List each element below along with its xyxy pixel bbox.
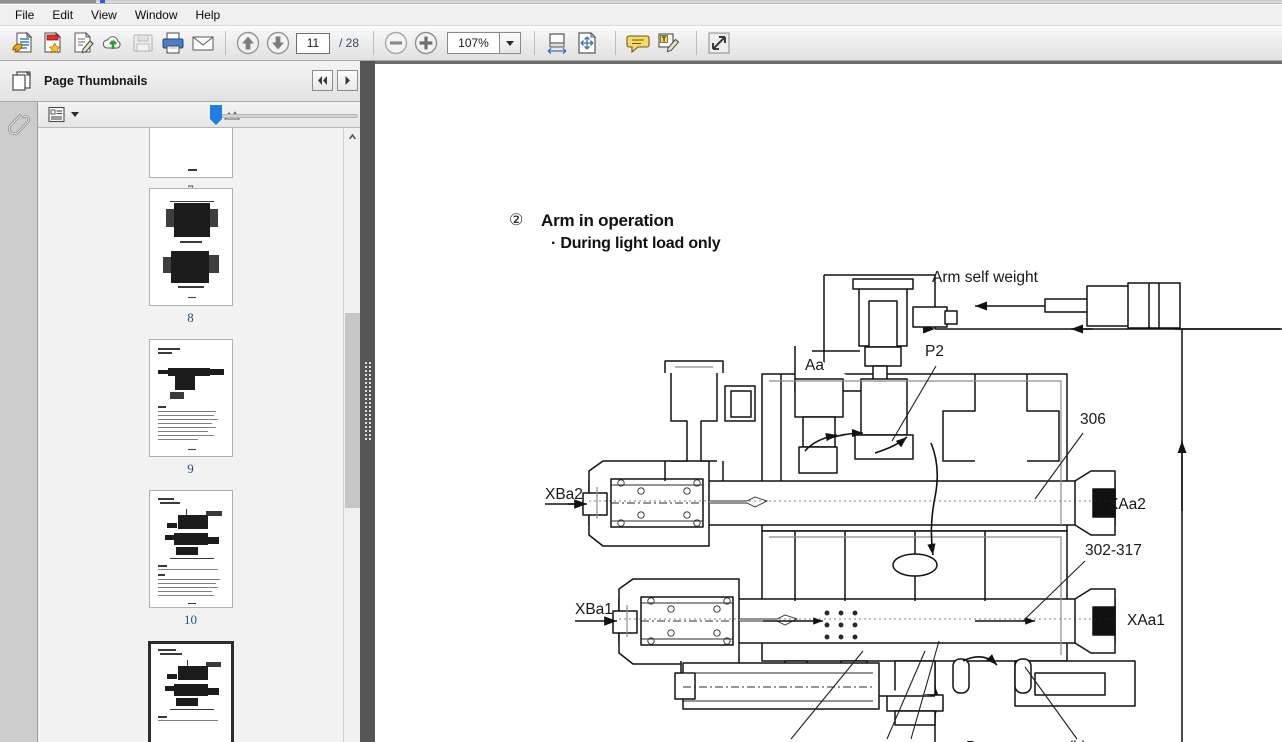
- thumbnail-page-image[interactable]: [148, 188, 233, 306]
- create-pdf-icon: [40, 30, 66, 56]
- arrow-down-icon: [265, 30, 291, 56]
- toolbar-separator-1: [225, 31, 226, 55]
- chevron-down-icon: [506, 40, 515, 46]
- print-button[interactable]: [158, 28, 188, 58]
- zoom-out-icon: [383, 30, 409, 56]
- titlebar-left-accent: [0, 0, 96, 3]
- menu-file[interactable]: File: [6, 6, 43, 24]
- edit-pdf-icon: [70, 30, 96, 56]
- main-toolbar: 11 / 28 107% T: [0, 26, 1282, 61]
- thumbnail-page-image[interactable]: [148, 339, 233, 457]
- sticky-note-icon: [625, 30, 651, 56]
- thumbnail-page-image[interactable]: [148, 490, 233, 608]
- text-comment-icon: T: [655, 30, 681, 56]
- zoom-in-icon: [413, 30, 439, 56]
- zoom-in-button[interactable]: [411, 28, 441, 58]
- fit-width-icon: [544, 30, 570, 56]
- cloud-upload-icon: [100, 30, 126, 56]
- splitter-grip[interactable]: [364, 361, 371, 441]
- envelope-icon: [190, 30, 216, 56]
- upload-cloud-button[interactable]: [98, 28, 128, 58]
- add-text-comment-button[interactable]: T: [653, 28, 683, 58]
- application-window: File Edit View Window Help 11 / 28 107% …: [0, 0, 1282, 742]
- chevron-down-icon: [71, 112, 79, 117]
- panel-title: Page Thumbnails: [44, 74, 148, 88]
- scroll-up-button[interactable]: [344, 128, 361, 145]
- panel-splitter[interactable]: [360, 61, 375, 742]
- fit-width-button[interactable]: [542, 28, 572, 58]
- double-chevron-left-icon: [318, 76, 327, 85]
- document-viewport[interactable]: ② Arm in operation · During light load o…: [375, 61, 1282, 742]
- menu-view[interactable]: View: [82, 6, 126, 24]
- page-thumbnails-icon: [10, 69, 34, 93]
- toolbar-separator-4: [615, 31, 617, 55]
- email-button[interactable]: [188, 28, 218, 58]
- port-label-arrows: [545, 499, 617, 626]
- menu-edit[interactable]: Edit: [43, 6, 82, 24]
- zoom-dropdown-button[interactable]: [499, 32, 522, 54]
- thumbnail-item[interactable]: 9: [38, 339, 343, 477]
- thumbnail-toolbar: [38, 102, 393, 128]
- paperclip-icon: [7, 112, 31, 138]
- fullscreen-button[interactable]: [704, 28, 734, 58]
- thumbnail-item[interactable]: 8: [38, 188, 343, 326]
- fullscreen-icon: [706, 30, 732, 56]
- panel-expand-button[interactable]: [337, 70, 358, 91]
- previous-page-button[interactable]: [233, 28, 263, 58]
- navigation-panel-header: Page Thumbnails: [0, 61, 374, 102]
- fit-page-icon: [574, 30, 600, 56]
- thumbnail-size-slider-handle[interactable]: [210, 105, 222, 125]
- zoom-out-button[interactable]: [381, 28, 411, 58]
- page-thumbnail-list[interactable]: 7 8: [38, 128, 343, 742]
- thumbnail-item-selected[interactable]: 11: [38, 641, 343, 742]
- chevron-right-icon: [345, 76, 350, 85]
- save-floppy-icon: [130, 30, 156, 56]
- thumbnail-page-image[interactable]: [148, 128, 233, 178]
- edit-pdf-button[interactable]: [68, 28, 98, 58]
- scrollbar-thumb[interactable]: [345, 313, 360, 508]
- thumbnail-page-number: 10: [184, 612, 197, 627]
- menu-help[interactable]: Help: [187, 6, 230, 24]
- window-titlebar: [0, 0, 1282, 4]
- thumbnail-page-number: 9: [187, 461, 194, 476]
- open-document-icon: [10, 30, 36, 56]
- printer-icon: [160, 30, 186, 56]
- page-total-label: / 28: [339, 36, 360, 50]
- chevron-up-icon: [348, 133, 357, 139]
- menu-bar: File Edit View Window Help: [0, 5, 1282, 26]
- add-comment-button[interactable]: [623, 28, 653, 58]
- titlebar-marker: [100, 0, 105, 3]
- zoom-level-input[interactable]: 107%: [447, 32, 500, 54]
- list-options-icon: [48, 106, 67, 123]
- thumbnail-page-number: 8: [187, 310, 194, 325]
- svg-text:T: T: [662, 37, 667, 44]
- sidebar-item-attachments[interactable]: [7, 112, 31, 138]
- panel-collapse-button[interactable]: [312, 70, 333, 91]
- arrow-up-icon: [235, 30, 261, 56]
- thumbnail-item[interactable]: 10: [38, 490, 343, 628]
- toolbar-separator-3: [534, 31, 536, 55]
- toolbar-separator-2: [373, 31, 375, 55]
- fit-page-button[interactable]: [572, 28, 602, 58]
- thumbnail-page-image[interactable]: [147, 641, 234, 742]
- page-number-input[interactable]: 11: [296, 32, 330, 54]
- thumbnail-options-button[interactable]: [48, 106, 79, 123]
- next-page-button[interactable]: [263, 28, 293, 58]
- menu-window[interactable]: Window: [126, 6, 187, 24]
- toolbar-separator-5: [696, 31, 698, 55]
- panel-nav-buttons: [312, 70, 358, 91]
- thumbnail-panel-scrollbar[interactable]: [343, 128, 361, 742]
- save-button[interactable]: [128, 28, 158, 58]
- workspace: Page Thumbnails 8 9 10 ② Arm in operatio…: [0, 61, 1282, 742]
- open-file-button[interactable]: [8, 28, 38, 58]
- sidebar-tab-strip: [0, 102, 38, 742]
- thumbnail-size-slider[interactable]: [214, 114, 358, 118]
- create-pdf-button[interactable]: [38, 28, 68, 58]
